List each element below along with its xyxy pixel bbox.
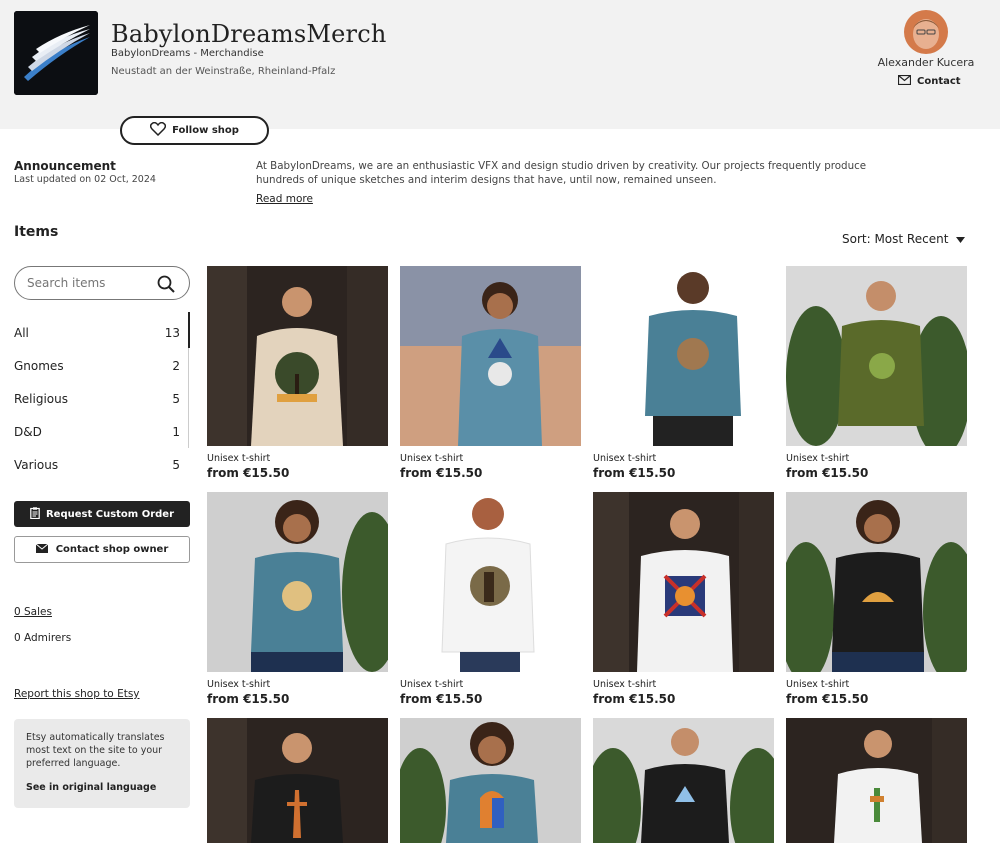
product-card[interactable]: Unisex t-shirt from €15.50 <box>207 266 388 480</box>
product-card[interactable]: Unisex t-shirt from €15.50 <box>400 492 581 706</box>
caret-down-icon <box>956 232 966 246</box>
category-list: All 13 Gnomes 2 Religious 5 D&D 1 Variou… <box>14 316 190 481</box>
owner-avatar[interactable] <box>904 10 948 54</box>
product-image[interactable] <box>786 718 967 843</box>
product-card[interactable]: Unisex t-shirt from €15.50 <box>786 492 967 706</box>
translation-notice: Etsy automatically translates most text … <box>14 719 190 808</box>
product-image[interactable] <box>207 492 388 672</box>
clipboard-icon <box>30 506 40 522</box>
read-more-link[interactable]: Read more <box>256 193 313 205</box>
product-image[interactable] <box>786 266 967 446</box>
category-divider <box>188 348 189 448</box>
product-image[interactable] <box>207 266 388 446</box>
search-icon[interactable] <box>157 275 175 297</box>
product-price: from €15.50 <box>786 466 869 480</box>
product-card[interactable]: Unisex t-shirt from €15.50 <box>593 266 774 480</box>
contact-shop-owner-button[interactable]: Contact shop owner <box>14 536 190 563</box>
search-box[interactable] <box>14 266 190 300</box>
product-price: from €15.50 <box>207 466 290 480</box>
sales-link[interactable]: 0 Sales <box>14 606 52 618</box>
product-price: from €15.50 <box>207 692 290 706</box>
see-original-language-link[interactable]: See in original language <box>26 782 178 793</box>
product-card[interactable] <box>207 718 388 843</box>
product-price: from €15.50 <box>400 466 483 480</box>
product-image[interactable] <box>400 266 581 446</box>
envelope-icon <box>35 543 49 556</box>
announcement-text: At BabylonDreams, we are an enthusiastic… <box>256 160 867 186</box>
product-image[interactable] <box>786 492 967 672</box>
sort-label: Sort: Most Recent <box>842 232 949 246</box>
product-title: Unisex t-shirt <box>207 453 271 464</box>
items-heading: Items <box>14 224 59 240</box>
product-price: from €15.50 <box>400 692 483 706</box>
product-image[interactable] <box>400 718 581 843</box>
shop-name: BabylonDreamsMerch <box>111 20 387 48</box>
owner-contact-label: Contact <box>917 76 961 87</box>
product-title: Unisex t-shirt <box>400 679 464 690</box>
heart-icon <box>149 121 167 139</box>
owner-contact-link[interactable]: Contact <box>897 74 961 88</box>
admirers-count: 0 Admirers <box>14 632 72 644</box>
follow-shop-button[interactable]: Follow shop <box>120 116 269 145</box>
product-card[interactable] <box>786 718 967 843</box>
category-count: 13 <box>164 325 180 340</box>
category-label: Various <box>14 457 59 472</box>
report-shop-link[interactable]: Report this shop to Etsy <box>14 688 140 700</box>
category-label: All <box>14 325 29 340</box>
product-title: Unisex t-shirt <box>786 453 850 464</box>
product-card[interactable]: Unisex t-shirt from €15.50 <box>786 266 967 480</box>
product-title: Unisex t-shirt <box>786 679 850 690</box>
category-count: 5 <box>172 391 180 406</box>
request-custom-order-label: Request Custom Order <box>45 508 175 520</box>
product-title: Unisex t-shirt <box>400 453 464 464</box>
product-title: Unisex t-shirt <box>593 679 657 690</box>
category-item-dnd[interactable]: D&D 1 <box>14 415 190 448</box>
request-custom-order-button[interactable]: Request Custom Order <box>14 501 190 527</box>
category-label: Religious <box>14 391 68 406</box>
product-card[interactable]: Unisex t-shirt from €15.50 <box>593 492 774 706</box>
follow-shop-label: Follow shop <box>172 125 239 136</box>
announcement-date: Last updated on 02 Oct, 2024 <box>14 174 156 185</box>
product-price: from €15.50 <box>786 692 869 706</box>
product-card[interactable] <box>593 718 774 843</box>
envelope-icon <box>897 74 912 88</box>
category-label: D&D <box>14 424 42 439</box>
shop-subtitle: BabylonDreams - Merchandise <box>111 48 264 59</box>
search-input[interactable] <box>27 276 157 290</box>
product-title: Unisex t-shirt <box>593 453 657 464</box>
category-active-indicator <box>188 312 190 348</box>
product-image[interactable] <box>400 492 581 672</box>
product-image[interactable] <box>593 492 774 672</box>
product-card[interactable] <box>400 718 581 843</box>
product-title: Unisex t-shirt <box>207 679 271 690</box>
product-price: from €15.50 <box>593 466 676 480</box>
product-price: from €15.50 <box>593 692 676 706</box>
shop-logo[interactable] <box>14 11 98 95</box>
product-card[interactable]: Unisex t-shirt from €15.50 <box>400 266 581 480</box>
product-image[interactable] <box>593 718 774 843</box>
category-label: Gnomes <box>14 358 64 373</box>
category-count: 2 <box>172 358 180 373</box>
translation-text: Etsy automatically translates most text … <box>26 732 165 769</box>
category-item-various[interactable]: Various 5 <box>14 448 190 481</box>
announcement-title: Announcement <box>14 159 116 173</box>
contact-shop-owner-label: Contact shop owner <box>55 544 169 555</box>
product-card[interactable]: Unisex t-shirt from €15.50 <box>207 492 388 706</box>
product-image[interactable] <box>593 266 774 446</box>
category-count: 1 <box>172 424 180 439</box>
shop-location: Neustadt an der Weinstraße, Rheinland-Pf… <box>111 66 336 77</box>
category-item-all[interactable]: All 13 <box>14 316 190 349</box>
category-item-religious[interactable]: Religious 5 <box>14 382 190 415</box>
owner-name: Alexander Kucera <box>877 56 975 69</box>
category-item-gnomes[interactable]: Gnomes 2 <box>14 349 190 382</box>
product-image[interactable] <box>207 718 388 843</box>
sort-dropdown[interactable]: Sort: Most Recent <box>842 232 966 246</box>
category-count: 5 <box>172 457 180 472</box>
